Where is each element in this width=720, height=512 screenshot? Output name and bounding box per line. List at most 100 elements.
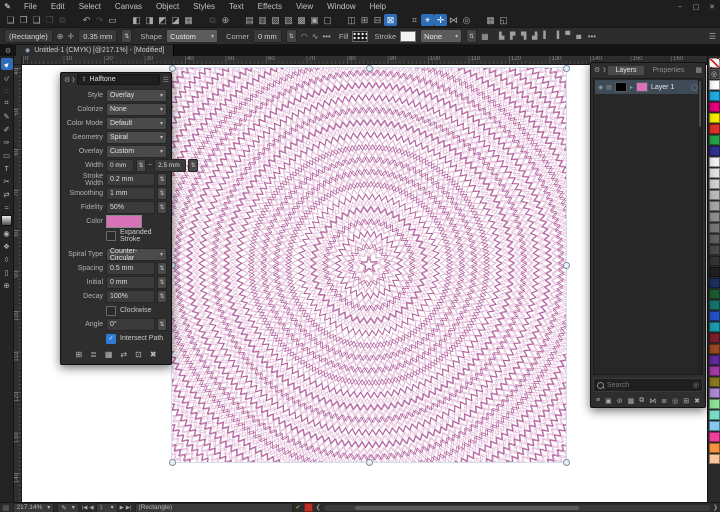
drag-handle-icon[interactable]: ⇕ [81,76,86,83]
stroke-pattern-icon[interactable]: ▦ [481,32,489,41]
layer-list-icon[interactable]: ≡ [596,397,600,404]
none-swatch[interactable] [709,58,720,68]
registration-swatch[interactable]: ◎ [709,69,720,79]
layers-search-field[interactable]: Search ◎ [593,378,703,392]
menu-text[interactable]: Text [222,0,251,13]
last-page-icon[interactable]: ▶| [126,505,132,511]
angle-stepper[interactable]: ⇅ [157,318,167,331]
spacing-input[interactable]: 0.5 mm [106,262,155,275]
color-swatch-8[interactable] [709,146,720,156]
color-swatch-33[interactable] [709,421,720,431]
grid-presets-icon[interactable]: ▦ [105,350,113,359]
halftone-panel-title[interactable]: ⇕ Halftone [77,74,159,85]
first-page-icon[interactable]: |◀ [82,505,88,511]
decay-input[interactable]: 100% [106,290,155,303]
redo-icon[interactable]: ↷ [93,14,106,26]
menu-edit[interactable]: Edit [44,0,72,13]
color-swatch-24[interactable] [709,322,720,332]
selection-handle[interactable] [169,65,176,72]
vertical-ruler[interactable]: 405060708090100110120130140 [14,65,22,502]
color-swatch-19[interactable] [709,267,720,277]
color-swatch-31[interactable] [709,399,720,409]
spacing-stepper[interactable]: ⇅ [157,262,167,275]
color-swatch-27[interactable] [709,355,720,365]
pixel-view-icon[interactable]: ⊞ [358,14,371,26]
color-swatch-12[interactable] [709,190,720,200]
outline-view-icon[interactable]: ◫ [345,14,358,26]
menu-file[interactable]: File [17,0,44,13]
style-select[interactable]: Overlay▾ [106,89,167,102]
open-icon[interactable]: ❑ [30,14,43,26]
knife-tool[interactable]: ✂ [1,175,13,187]
tolerance-input[interactable]: 0.35 mm [78,29,117,43]
align-icon-1[interactable]: ▛ [508,32,518,40]
decay-stepper[interactable]: ⇅ [157,290,167,303]
initial-stepper[interactable]: ⇅ [157,276,167,289]
menu-canvas[interactable]: Canvas [108,0,149,13]
eyedropper-tool[interactable]: ◉ [1,227,13,239]
menu-styles[interactable]: Styles [186,0,222,13]
delete-icon[interactable]: ✖ [150,350,157,359]
color-swatch-20[interactable] [709,278,720,288]
corner-round-icon[interactable]: ◠ [301,32,308,41]
expanded-stroke-checkbox[interactable] [106,231,116,241]
corner-stepper[interactable]: ⇅ [286,29,297,43]
stroke-style-select[interactable]: None ▾ [420,29,462,43]
color-swatch-14[interactable] [709,212,720,222]
boolean-intersect-icon[interactable]: ◩ [156,14,169,26]
paste-style-icon[interactable]: ⊕ [219,14,232,26]
color-swatch[interactable] [106,215,142,228]
compound-shape-icon[interactable]: ▦ [182,14,195,26]
pen-tool[interactable]: ✎ [1,110,13,122]
color-swatch-5[interactable] [709,113,720,123]
maximize-button-icon[interactable]: ▢ [688,3,704,11]
stroke-width-input[interactable]: 0.2 mm [106,173,155,186]
align-icon-4[interactable]: ▌ [541,32,551,40]
tolerance-stepper[interactable]: ⇅ [121,29,132,43]
color-swatch-13[interactable] [709,201,720,211]
layers-scrollbar[interactable] [698,79,702,374]
selection-handle[interactable] [169,459,176,466]
menu-view[interactable]: View [289,0,320,13]
panel-menu-icon[interactable]: ☰ [163,76,169,84]
fill-swatch[interactable] [352,31,368,42]
selection-handle[interactable] [366,459,373,466]
color-swatch-3[interactable] [709,91,720,101]
lock-object-icon[interactable]: ▩ [295,14,308,26]
scroll-right-icon[interactable]: ❯ [713,504,718,511]
menu-select[interactable]: Select [72,0,108,13]
color-swatch-6[interactable] [709,124,720,134]
undo-icon[interactable]: ↶ [80,14,93,26]
app-logo-icon[interactable]: ✎ [2,1,13,12]
width-max-input[interactable]: 2.5 mm [154,159,186,172]
fidelity-input[interactable]: 50% [106,201,155,214]
stroke-width-stepper[interactable]: ⇅ [466,29,477,43]
ungroup-icon[interactable]: ▨ [282,14,295,26]
color-swatch-28[interactable] [709,366,720,376]
new-from-template-icon[interactable]: ❐ [17,14,30,26]
delete-layer-icon[interactable]: ✖ [694,397,700,405]
artboard-icon[interactable]: ▭ [106,14,119,26]
width-min-stepper[interactable]: ⇅ [136,159,146,172]
color-swatch-30[interactable] [709,388,720,398]
shape-builder-tool[interactable]: ⌗ [1,97,13,109]
chevron-right-icon[interactable]: ▸ [630,84,633,91]
gear-icon[interactable]: ⚙ [594,66,600,74]
smoothing-input[interactable]: 1 mm [106,187,155,200]
halftone-view-icon[interactable]: ⊠ [384,14,397,26]
transform-tool[interactable]: ⇄ [1,188,13,200]
align-icon-3[interactable]: ▟ [530,32,540,40]
snap-bounds-icon[interactable]: ⋈ [447,14,460,26]
expand-icon[interactable]: ⊡ [135,350,142,359]
color-swatch-21[interactable] [709,289,720,299]
document-tab[interactable]: ◉ Untitled-1 (CMYK) [@217.1%] - [Modifie… [16,45,174,56]
target-icon[interactable]: ⊕ [57,32,64,41]
boolean-subtract-icon[interactable]: ◨ [143,14,156,26]
chevron-right-icon[interactable]: ❯ [602,67,606,73]
direct-selection-tool[interactable]: ▻ [1,71,13,83]
text-tool[interactable]: T [1,162,13,174]
zoom-level-select[interactable]: 217.14% ▾ [13,503,55,512]
colorize-select[interactable]: None▾ [106,103,167,116]
group-icon[interactable]: ▧ [269,14,282,26]
color-mode-select[interactable]: Default▾ [106,117,167,130]
